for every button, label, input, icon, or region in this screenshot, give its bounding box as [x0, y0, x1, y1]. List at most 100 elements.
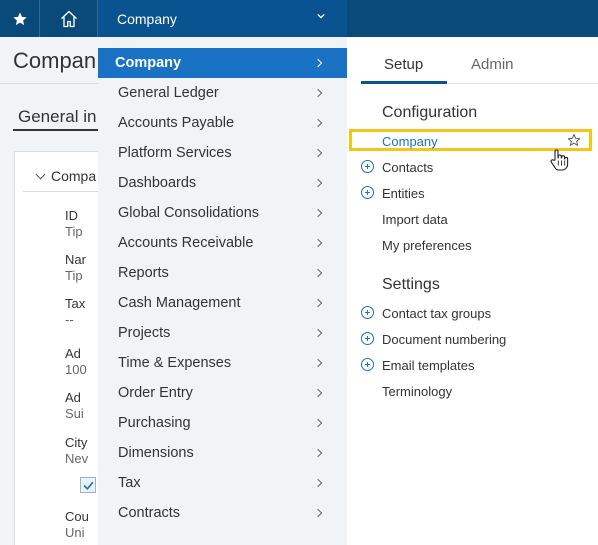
link-import-data[interactable]: Import data: [382, 212, 448, 227]
field-label: Ad: [65, 390, 81, 405]
card-heading-label: Compa: [51, 168, 97, 184]
top-navigation-bar: Company: [0, 0, 598, 37]
link-contact-tax-groups[interactable]: Contact tax groups: [382, 306, 491, 321]
company-menu-button[interactable]: Company: [98, 0, 347, 37]
link-terminology[interactable]: Terminology: [382, 384, 452, 399]
home-button[interactable]: [41, 0, 98, 37]
field-label: Nar: [65, 252, 86, 267]
add-contact-icon[interactable]: [361, 160, 374, 173]
field-value: Tip: [65, 224, 83, 239]
menu-item-label: Contracts: [118, 505, 181, 521]
field-address-2: Ad Sui: [65, 390, 84, 422]
field-value: Uni: [65, 525, 85, 540]
chevron-right-icon: [313, 358, 323, 368]
chevron-right-icon: [313, 118, 323, 128]
home-icon: [61, 10, 77, 27]
menu-item-dimensions[interactable]: Dimensions: [98, 438, 347, 468]
menu-item-reports[interactable]: Reports: [98, 258, 347, 288]
add-document-numbering-icon[interactable]: [361, 332, 374, 345]
favorites-button[interactable]: [0, 0, 40, 37]
tab-admin[interactable]: Admin: [471, 56, 514, 73]
field-value: Tip: [65, 268, 83, 283]
menu-item-company[interactable]: Company: [98, 48, 347, 78]
menu-item-label: Reports: [118, 265, 169, 281]
chevron-right-icon: [313, 58, 323, 68]
add-email-template-icon[interactable]: [361, 358, 374, 371]
menu-item-contracts[interactable]: Contracts: [98, 498, 347, 528]
chevron-right-icon: [313, 298, 323, 308]
company-submenu-panel: Setup Admin Configuration Company Contac…: [347, 37, 598, 545]
field-tax: Tax --: [65, 296, 85, 328]
field-label: City: [65, 435, 88, 450]
chevron-right-icon: [313, 508, 323, 518]
chevron-down-icon: [317, 13, 325, 19]
menu-item-label: Purchasing: [118, 415, 191, 431]
menu-item-label: Projects: [118, 325, 171, 341]
chevron-right-icon: [313, 418, 323, 428]
add-entity-icon[interactable]: [361, 186, 374, 199]
link-my-preferences[interactable]: My preferences: [382, 238, 472, 253]
menu-item-label: Accounts Payable: [118, 115, 235, 131]
menu-item-label: Platform Services: [118, 145, 232, 161]
menu-item-label: Tax: [118, 475, 141, 491]
application-menu: Company General Ledger Accounts Payable …: [98, 37, 347, 545]
chevron-right-icon: [313, 88, 323, 98]
field-address-1: Ad 100: [65, 346, 87, 378]
chevron-right-icon: [313, 238, 323, 248]
field-value: 100: [65, 362, 87, 377]
field-value: Nev: [65, 451, 89, 466]
chevron-right-icon: [313, 328, 323, 338]
chevron-right-icon: [313, 268, 323, 278]
divider: [0, 83, 100, 84]
field-label: Cou: [65, 509, 89, 524]
tab-setup[interactable]: Setup: [384, 56, 423, 73]
menu-item-dashboards[interactable]: Dashboards: [98, 168, 347, 198]
menu-item-purchasing[interactable]: Purchasing: [98, 408, 347, 438]
field-label: ID: [65, 208, 78, 223]
menu-item-global-consolidations[interactable]: Global Consolidations: [98, 198, 347, 228]
star-icon: [12, 11, 27, 25]
add-contact-tax-group-icon[interactable]: [361, 306, 374, 319]
menu-item-platform-services[interactable]: Platform Services: [98, 138, 347, 168]
link-contacts[interactable]: Contacts: [382, 160, 433, 175]
field-country: Cou Uni: [65, 509, 89, 541]
field-label: Ad: [65, 346, 81, 361]
hand-cursor-icon: [550, 149, 569, 171]
menu-item-general-ledger[interactable]: General Ledger: [98, 78, 347, 108]
field-value: --: [65, 312, 74, 327]
link-entities[interactable]: Entities: [382, 186, 425, 201]
menu-item-cash-management[interactable]: Cash Management: [98, 288, 347, 318]
menu-item-projects[interactable]: Projects: [98, 318, 347, 348]
menu-item-label: Time & Expenses: [118, 355, 232, 371]
chevron-right-icon: [313, 148, 323, 158]
divider: [23, 191, 100, 192]
tab-underline: [13, 129, 100, 131]
chevron-right-icon: [313, 478, 323, 488]
field-label: Tax: [65, 296, 86, 311]
checkbox[interactable]: [80, 477, 96, 493]
checkmark-icon: [83, 481, 94, 491]
chevron-down-icon: [35, 169, 46, 180]
field-name: Nar Tip: [65, 252, 86, 284]
chevron-right-icon: [313, 208, 323, 218]
page-title: Compan: [13, 48, 97, 73]
star-outline-icon[interactable]: [567, 133, 581, 147]
background-company-page: Compan General in Compa ID Tip Nar Tip Tax…: [0, 37, 100, 545]
tab-general-information[interactable]: General in: [18, 107, 96, 127]
section-heading-settings: Settings: [382, 276, 440, 293]
menu-item-accounts-payable[interactable]: Accounts Payable: [98, 108, 347, 138]
menu-item-label: Global Consolidations: [118, 205, 260, 221]
menu-item-label: Dashboards: [118, 175, 197, 191]
link-company[interactable]: Company: [382, 134, 438, 149]
field-id: ID Tip: [65, 208, 83, 240]
link-email-templates[interactable]: Email templates: [382, 358, 474, 373]
link-document-numbering[interactable]: Document numbering: [382, 332, 506, 347]
menu-item-order-entry[interactable]: Order Entry: [98, 378, 347, 408]
menu-item-accounts-receivable[interactable]: Accounts Receivable: [98, 228, 347, 258]
menu-item-time-expenses[interactable]: Time & Expenses: [98, 348, 347, 378]
card-heading[interactable]: Compa: [35, 168, 97, 184]
menu-item-label: Dimensions: [118, 445, 194, 461]
chevron-right-icon: [313, 178, 323, 188]
menu-item-tax[interactable]: Tax: [98, 468, 347, 498]
tab-active-underline: [361, 81, 447, 84]
